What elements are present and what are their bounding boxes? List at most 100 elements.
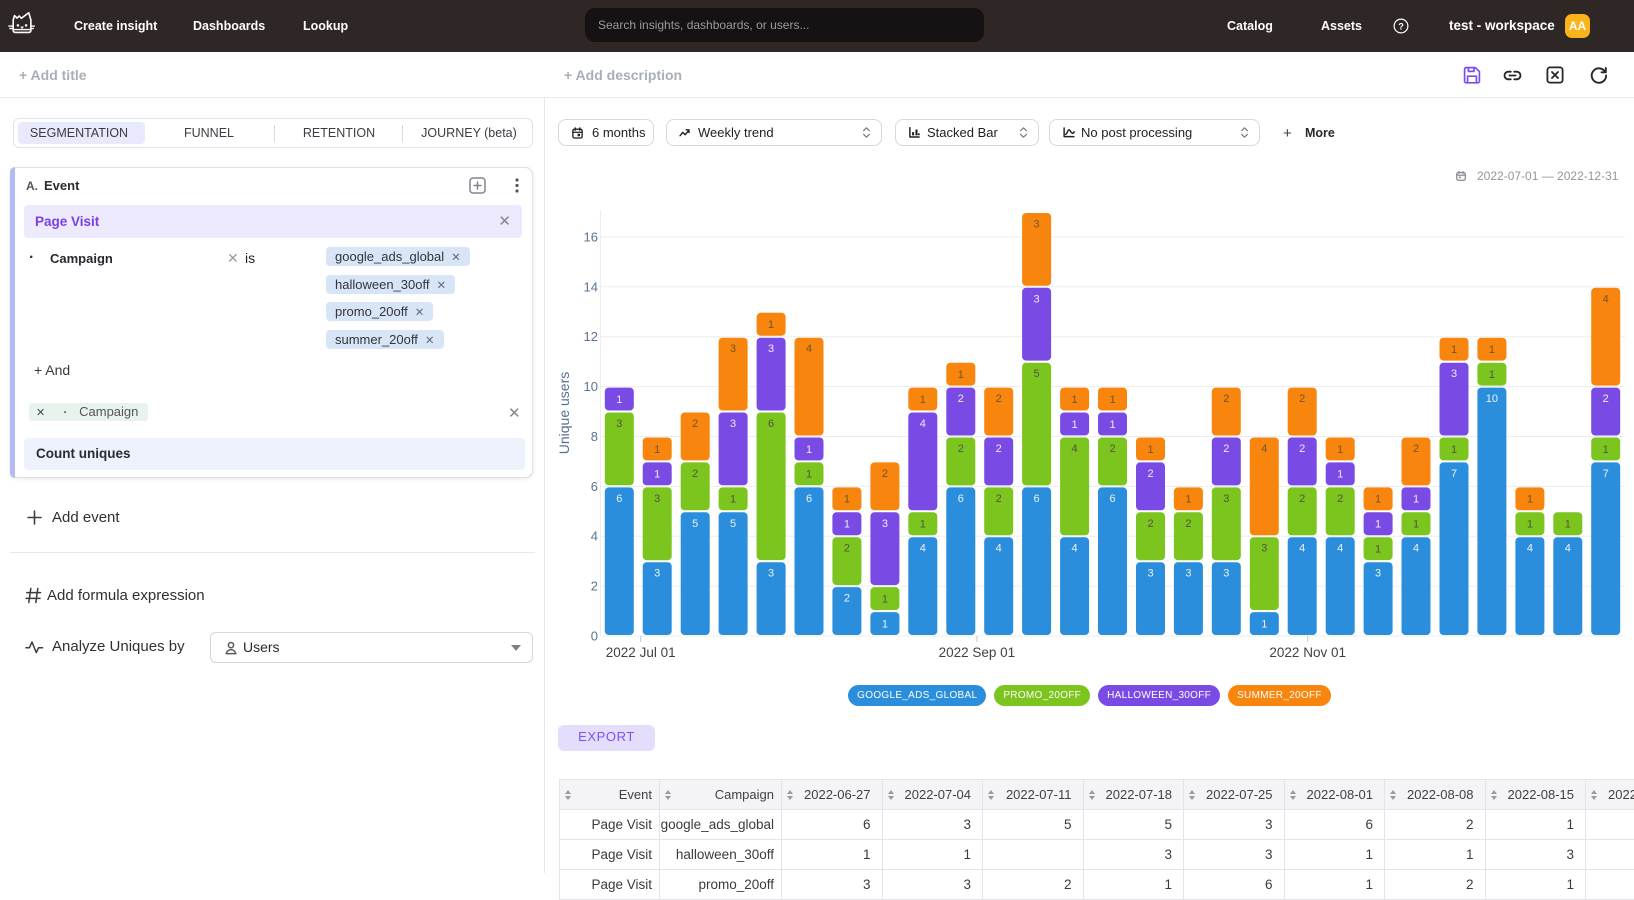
svg-text:3: 3 [1451, 368, 1457, 380]
svg-text:2: 2 [958, 393, 964, 405]
svg-text:1: 1 [1527, 519, 1533, 531]
svg-text:2: 2 [958, 443, 964, 455]
svg-text:2: 2 [1299, 393, 1305, 405]
svg-text:16: 16 [584, 230, 598, 245]
svg-text:5: 5 [730, 518, 736, 530]
svg-text:6: 6 [958, 493, 964, 505]
svg-text:4: 4 [920, 418, 926, 430]
svg-text:1: 1 [1109, 419, 1115, 431]
svg-text:2: 2 [844, 543, 850, 555]
svg-text:4: 4 [1413, 543, 1419, 555]
svg-text:3: 3 [654, 493, 660, 505]
svg-text:6: 6 [1109, 493, 1115, 505]
svg-text:12: 12 [584, 329, 598, 344]
svg-text:1: 1 [654, 469, 660, 481]
svg-text:3: 3 [616, 418, 622, 430]
svg-text:7: 7 [1603, 468, 1609, 480]
svg-text:4: 4 [920, 543, 926, 555]
svg-text:1: 1 [1489, 344, 1495, 356]
svg-text:6: 6 [616, 493, 622, 505]
svg-text:2: 2 [692, 418, 698, 430]
svg-text:10: 10 [1486, 393, 1498, 405]
svg-text:2022 Nov 01: 2022 Nov 01 [1269, 645, 1346, 660]
svg-text:2: 2 [882, 468, 888, 480]
svg-text:3: 3 [882, 518, 888, 530]
svg-text:1: 1 [654, 444, 660, 456]
svg-text:1: 1 [844, 494, 850, 506]
svg-text:6: 6 [768, 418, 774, 430]
svg-text:Unique users: Unique users [556, 372, 572, 455]
svg-text:0: 0 [591, 629, 598, 644]
svg-text:2: 2 [1147, 468, 1153, 480]
svg-text:1: 1 [1337, 444, 1343, 456]
svg-text:3: 3 [1147, 568, 1153, 580]
svg-text:2022 Jul 01: 2022 Jul 01 [606, 645, 676, 660]
svg-text:1: 1 [1072, 419, 1078, 431]
svg-text:4: 4 [1072, 443, 1078, 455]
svg-text:3: 3 [1375, 568, 1381, 580]
svg-text:7: 7 [1451, 468, 1457, 480]
svg-text:1: 1 [768, 319, 774, 331]
svg-text:3: 3 [1223, 493, 1229, 505]
svg-text:2: 2 [996, 393, 1002, 405]
svg-text:4: 4 [996, 543, 1002, 555]
svg-text:2: 2 [591, 579, 598, 594]
svg-text:5: 5 [692, 518, 698, 530]
svg-text:4: 4 [1261, 443, 1267, 455]
svg-text:6: 6 [806, 493, 812, 505]
svg-text:1: 1 [1603, 444, 1609, 456]
svg-text:4: 4 [1299, 543, 1305, 555]
svg-text:2: 2 [1223, 443, 1229, 455]
svg-text:8: 8 [591, 429, 598, 444]
svg-text:3: 3 [768, 343, 774, 355]
svg-text:1: 1 [920, 519, 926, 531]
svg-text:1: 1 [1337, 469, 1343, 481]
svg-text:4: 4 [1527, 543, 1533, 555]
svg-text:3: 3 [730, 343, 736, 355]
svg-text:3: 3 [730, 418, 736, 430]
svg-text:1: 1 [1185, 494, 1191, 506]
svg-text:1: 1 [1375, 494, 1381, 506]
svg-text:1: 1 [1451, 344, 1457, 356]
svg-text:2: 2 [1147, 518, 1153, 530]
svg-text:1: 1 [1375, 519, 1381, 531]
svg-text:4: 4 [591, 529, 598, 544]
svg-text:1: 1 [616, 394, 622, 406]
svg-text:6: 6 [1034, 493, 1040, 505]
svg-text:3: 3 [1261, 543, 1267, 555]
svg-text:1: 1 [882, 618, 888, 630]
svg-text:1: 1 [1451, 444, 1457, 456]
svg-text:2: 2 [996, 443, 1002, 455]
svg-text:14: 14 [584, 279, 598, 294]
svg-text:2: 2 [844, 593, 850, 605]
svg-text:1: 1 [1261, 618, 1267, 630]
svg-text:1: 1 [1565, 519, 1571, 531]
svg-text:1: 1 [1413, 519, 1419, 531]
svg-text:1: 1 [806, 469, 812, 481]
svg-text:1: 1 [1527, 494, 1533, 506]
svg-text:2: 2 [996, 493, 1002, 505]
svg-text:2: 2 [1223, 393, 1229, 405]
svg-text:2: 2 [1413, 443, 1419, 455]
svg-text:1: 1 [958, 369, 964, 381]
svg-text:?: ? [1398, 21, 1404, 31]
svg-text:4: 4 [1072, 543, 1078, 555]
svg-text:5: 5 [1034, 368, 1040, 380]
svg-text:2: 2 [1185, 518, 1191, 530]
svg-text:6: 6 [591, 479, 598, 494]
svg-text:1: 1 [1489, 369, 1495, 381]
svg-text:3: 3 [1223, 568, 1229, 580]
svg-text:1: 1 [1375, 544, 1381, 556]
svg-text:2: 2 [692, 468, 698, 480]
svg-text:4: 4 [806, 343, 812, 355]
svg-text:4: 4 [1565, 543, 1571, 555]
svg-text:2: 2 [1109, 443, 1115, 455]
svg-text:1: 1 [1413, 494, 1419, 506]
svg-text:3: 3 [768, 568, 774, 580]
svg-text:1: 1 [1109, 394, 1115, 406]
svg-text:3: 3 [1034, 293, 1040, 305]
svg-text:1: 1 [1147, 444, 1153, 456]
svg-text:4: 4 [1337, 543, 1343, 555]
svg-text:2: 2 [1299, 493, 1305, 505]
svg-text:3: 3 [1185, 568, 1191, 580]
